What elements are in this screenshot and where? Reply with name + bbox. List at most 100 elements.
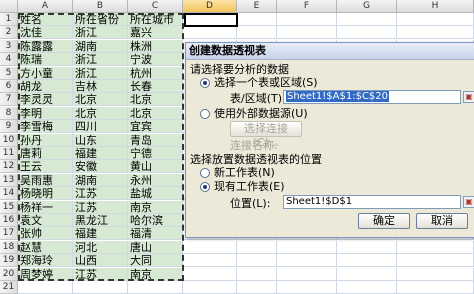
row-header[interactable]: 15 xyxy=(0,200,18,214)
cell[interactable]: 方小童 xyxy=(18,66,73,80)
cell[interactable]: 河北 xyxy=(73,240,128,254)
cell[interactable]: 李灵灵 xyxy=(18,93,73,107)
active-cell-d1[interactable] xyxy=(184,13,238,27)
cell[interactable]: 胡龙 xyxy=(18,80,73,93)
cell[interactable]: 江苏 xyxy=(73,187,128,201)
cell[interactable]: 孙丹 xyxy=(18,133,73,147)
cell[interactable] xyxy=(277,26,337,40)
cell[interactable] xyxy=(397,267,474,281)
cell[interactable] xyxy=(183,254,237,268)
cell[interactable] xyxy=(237,254,277,268)
cell[interactable] xyxy=(73,281,128,294)
cell[interactable] xyxy=(277,13,337,26)
radio-new-sheet[interactable] xyxy=(200,168,210,178)
cell[interactable]: 北京 xyxy=(73,106,128,120)
cell[interactable]: 王云 xyxy=(18,160,73,174)
cell[interactable] xyxy=(237,281,277,294)
cell[interactable] xyxy=(337,267,397,281)
cell[interactable]: 沈佳 xyxy=(18,26,73,40)
cell[interactable] xyxy=(337,13,397,26)
cancel-button[interactable]: 取消 xyxy=(416,213,468,229)
cell[interactable] xyxy=(183,267,237,281)
cell[interactable]: 浙江 xyxy=(73,66,128,80)
cell[interactable]: 北京 xyxy=(128,106,183,120)
row-header[interactable]: 8 xyxy=(0,106,18,120)
row-header[interactable]: 14 xyxy=(0,187,18,201)
radio-select-range-label[interactable]: 选择一个表或区域(S) xyxy=(214,76,318,89)
cell[interactable] xyxy=(183,240,237,254)
column-header-b[interactable]: B xyxy=(73,0,128,13)
row-header[interactable]: 18 xyxy=(0,240,18,254)
cell[interactable]: 陈瑞 xyxy=(18,53,73,67)
cell[interactable]: 盐城 xyxy=(128,187,183,201)
cell[interactable] xyxy=(397,13,474,26)
cell[interactable]: 南京 xyxy=(128,200,183,214)
cell[interactable]: 南京 xyxy=(128,267,183,281)
cell[interactable] xyxy=(237,240,277,254)
row-header[interactable]: 2 xyxy=(0,26,18,40)
cell[interactable]: 袁文 xyxy=(18,214,73,227)
location-picker-icon[interactable]: ▣ xyxy=(463,196,474,208)
cell[interactable]: 大同 xyxy=(128,254,183,268)
row-header[interactable]: 4 xyxy=(0,53,18,67)
cell[interactable]: 浙江 xyxy=(73,53,128,67)
cell[interactable]: 福建 xyxy=(73,227,128,241)
cell[interactable]: 黑龙江 xyxy=(73,214,128,227)
cell[interactable]: 北京 xyxy=(73,93,128,107)
cell[interactable]: 所在城市 xyxy=(128,13,183,26)
radio-existing-sheet[interactable] xyxy=(200,182,210,192)
select-all-corner[interactable] xyxy=(0,0,18,13)
cell[interactable]: 所在省份 xyxy=(73,13,128,26)
cell[interactable]: 宁德 xyxy=(128,147,183,160)
cell[interactable] xyxy=(337,254,397,268)
range-input[interactable]: Sheet1!$A$1:$C$20 xyxy=(283,90,461,104)
cell[interactable]: 杭州 xyxy=(128,66,183,80)
cell[interactable] xyxy=(397,254,474,268)
column-header-h[interactable]: H xyxy=(397,0,474,13)
cell[interactable]: 李明 xyxy=(18,106,73,120)
cell[interactable] xyxy=(237,13,277,26)
cell[interactable]: 唐山 xyxy=(128,240,183,254)
cell[interactable] xyxy=(277,281,337,294)
range-picker-icon[interactable]: ▣ xyxy=(463,91,474,103)
column-header-d[interactable]: D xyxy=(183,0,237,13)
radio-external-source[interactable] xyxy=(200,109,210,119)
cell[interactable]: 哈尔滨 xyxy=(128,214,183,227)
radio-select-range[interactable] xyxy=(200,78,210,88)
row-header[interactable]: 11 xyxy=(0,147,18,160)
cell[interactable]: 唐莉 xyxy=(18,147,73,160)
cell[interactable]: 陈露露 xyxy=(18,39,73,53)
row-header[interactable]: 13 xyxy=(0,173,18,187)
cell[interactable] xyxy=(183,281,237,294)
row-header[interactable]: 19 xyxy=(0,254,18,268)
cell[interactable]: 嘉兴 xyxy=(128,26,183,40)
cell[interactable]: 周梦婷 xyxy=(18,267,73,281)
cell[interactable] xyxy=(237,26,277,40)
row-header[interactable]: 12 xyxy=(0,160,18,174)
cell[interactable]: 浙江 xyxy=(73,26,128,40)
cell[interactable] xyxy=(397,26,474,40)
cell[interactable]: 山西 xyxy=(73,254,128,268)
row-header[interactable]: 9 xyxy=(0,120,18,134)
cell[interactable]: 湖南 xyxy=(73,39,128,53)
cell[interactable]: 杨晓明 xyxy=(18,187,73,201)
cell[interactable] xyxy=(397,281,474,294)
cell[interactable]: 福清 xyxy=(128,227,183,241)
cell[interactable]: 姓名 xyxy=(18,13,73,26)
cell[interactable]: 永州 xyxy=(128,173,183,187)
cell[interactable] xyxy=(237,267,277,281)
radio-existing-sheet-label[interactable]: 现有工作表(E) xyxy=(214,180,285,193)
row-header[interactable]: 5 xyxy=(0,66,18,80)
cell[interactable]: 宜宾 xyxy=(128,120,183,134)
cell[interactable] xyxy=(277,240,337,254)
cell[interactable]: 黄山 xyxy=(128,160,183,174)
row-header[interactable]: 20 xyxy=(0,267,18,281)
cell[interactable] xyxy=(397,240,474,254)
cell[interactable]: 赵慧 xyxy=(18,240,73,254)
row-header[interactable]: 16 xyxy=(0,214,18,227)
row-header[interactable]: 1 xyxy=(0,13,18,26)
cell[interactable] xyxy=(183,26,237,40)
row-header[interactable]: 7 xyxy=(0,93,18,107)
cell[interactable]: 山东 xyxy=(73,133,128,147)
cell[interactable]: 湖南 xyxy=(73,173,128,187)
